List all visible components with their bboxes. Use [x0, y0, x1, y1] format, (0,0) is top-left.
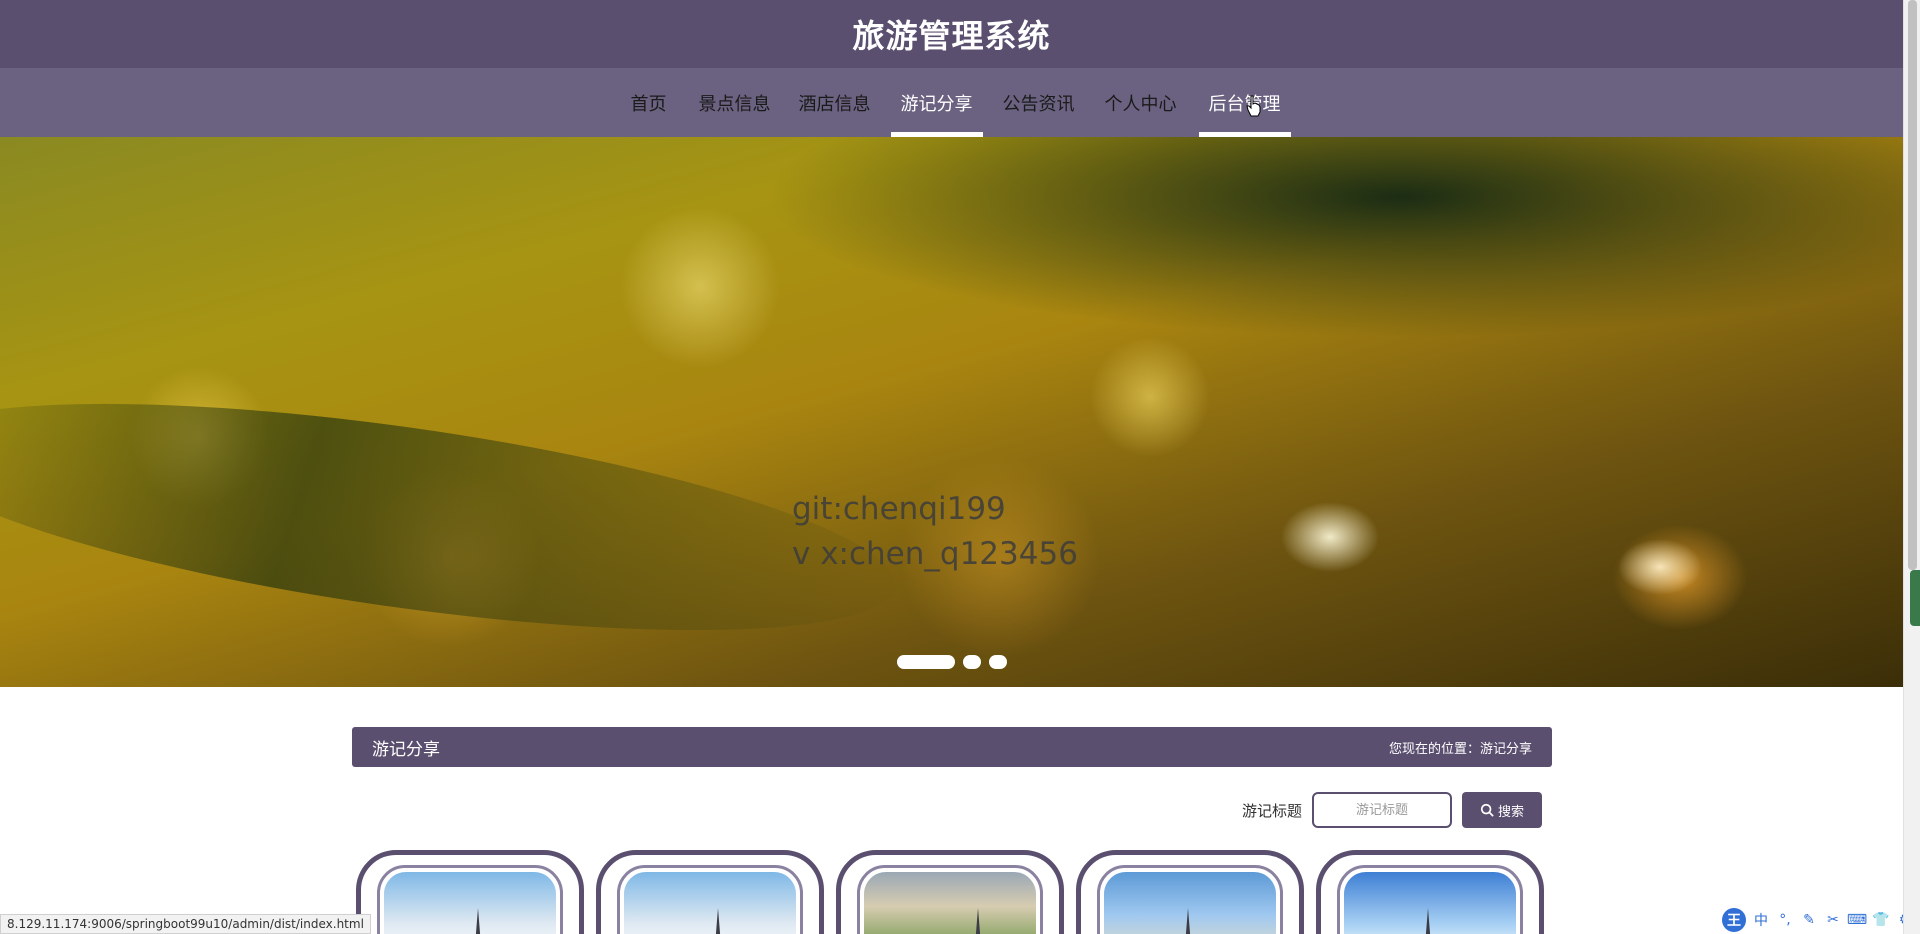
tower-shape	[1184, 908, 1192, 934]
nav-item-label: 游记分享	[900, 93, 973, 115]
ime-toolbar: 王 中 °, ✎ ✂ ⌨ 👕 ⚙	[1722, 908, 1914, 932]
card-frame	[1097, 865, 1283, 934]
hand-cursor-icon	[1246, 95, 1261, 117]
carousel-indicators	[0, 655, 1903, 669]
travel-note-card[interactable]	[1076, 850, 1304, 934]
search-label: 游记标题	[1241, 801, 1302, 820]
site-header: 旅游管理系统	[0, 0, 1903, 68]
section-title: 游记分享	[372, 739, 440, 760]
search-button-label: 搜索	[1497, 803, 1524, 819]
tower-shape	[714, 908, 722, 934]
scrollbar-thumb[interactable]	[1908, 0, 1917, 570]
search-icon	[1480, 803, 1494, 817]
site-title: 旅游管理系统	[852, 17, 1051, 55]
card-frame	[1337, 865, 1523, 934]
travel-note-card[interactable]	[596, 850, 824, 934]
breadcrumb: 您现在的位置：游记分享	[1389, 738, 1532, 757]
card-frame	[857, 865, 1043, 934]
banner-decoration	[0, 358, 908, 676]
card-image	[1104, 872, 1276, 934]
card-image	[624, 872, 796, 934]
nav-item-label: 酒店信息	[798, 93, 871, 115]
skin-icon[interactable]: 👕	[1872, 911, 1890, 929]
banner-caption: git:chenqi199 v x:chen_q123456	[792, 487, 1078, 577]
carousel-dot[interactable]	[896, 655, 955, 669]
travel-note-card[interactable]	[1316, 850, 1544, 934]
section-header: 游记分享 您现在的位置：游记分享	[352, 727, 1552, 767]
card-frame	[617, 865, 803, 934]
card-frame	[377, 865, 563, 934]
nav-item-travel-notes[interactable]: 游记分享	[890, 68, 983, 137]
travel-note-card[interactable]	[356, 850, 584, 934]
nav-item-personal-center[interactable]: 个人中心	[1089, 68, 1193, 137]
punctuation-icon[interactable]: °,	[1776, 911, 1794, 929]
chinese-mode-icon[interactable]: 中	[1752, 911, 1770, 929]
nav-item-label: 个人中心	[1104, 93, 1177, 115]
carousel-dot[interactable]	[988, 655, 1007, 669]
breadcrumb-label: 您现在的位置：	[1388, 741, 1480, 757]
nav-item-label: 后台管理	[1208, 93, 1281, 115]
hero-carousel[interactable]: git:chenqi199 v x:chen_q123456	[0, 137, 1903, 687]
keyboard-icon[interactable]: ⌨	[1847, 911, 1867, 929]
banner-caption-line2: v x:chen_q123456	[792, 536, 1078, 572]
card-image	[864, 872, 1036, 934]
tower-shape	[474, 908, 482, 934]
handwriting-icon[interactable]: ✎	[1800, 911, 1818, 929]
card-image	[1344, 872, 1516, 934]
nav-item-admin[interactable]: 后台管理	[1198, 68, 1291, 137]
breadcrumb-current: 游记分享	[1479, 741, 1532, 757]
search-bar: 游记标题 搜索	[352, 791, 1542, 829]
nav-item-hotels[interactable]: 酒店信息	[785, 68, 885, 137]
travel-note-list	[356, 850, 1548, 934]
nav-item-announcements[interactable]: 公告资讯	[989, 68, 1089, 137]
main-nav: 首页 景点信息 酒店信息 游记分享 公告资讯 个人中心 后台管理	[0, 68, 1903, 137]
search-button[interactable]: 搜索	[1462, 792, 1542, 828]
side-drawer-tab[interactable]	[1910, 570, 1920, 626]
nav-item-label: 公告资讯	[1002, 93, 1075, 115]
card-image	[384, 872, 556, 934]
tower-shape	[1424, 908, 1432, 934]
tower-shape	[974, 908, 982, 934]
carousel-dot[interactable]	[962, 655, 981, 669]
nav-item-attractions[interactable]: 景点信息	[685, 68, 785, 137]
search-input[interactable]	[1312, 792, 1452, 828]
page-scrollbar[interactable]	[1903, 0, 1920, 934]
nav-item-label: 景点信息	[698, 93, 771, 115]
scissors-icon[interactable]: ✂	[1824, 911, 1842, 929]
banner-caption-line1: git:chenqi199	[792, 491, 1006, 527]
nav-item-home[interactable]: 首页	[613, 68, 685, 137]
nav-item-label: 首页	[630, 93, 667, 115]
status-bar-url: 8.129.11.174:9006/springboot99u10/admin/…	[0, 914, 371, 934]
ime-logo-icon[interactable]: 王	[1722, 908, 1746, 932]
travel-note-card[interactable]	[836, 850, 1064, 934]
